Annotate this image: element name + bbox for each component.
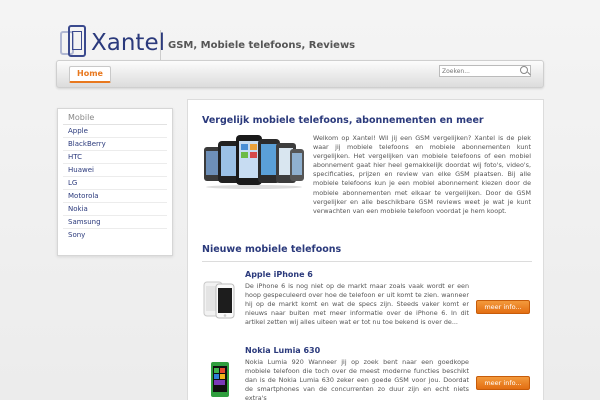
phones-collage-image <box>204 135 304 189</box>
sidebar-item-samsung[interactable]: Samsung <box>63 216 167 229</box>
site-logo[interactable]: Xantel <box>60 21 165 57</box>
section-divider <box>202 261 532 262</box>
phones-logo-icon <box>60 25 88 57</box>
search-input[interactable] <box>439 65 531 77</box>
intro-title: Vergelijk mobiele telefoons, abonnemente… <box>202 115 484 126</box>
search-icon[interactable] <box>520 66 528 74</box>
brand-sidebar: Mobile Apple BlackBerry HTC Huawei LG Mo… <box>57 108 173 256</box>
iphone-6-image <box>203 281 235 319</box>
meer-info-button[interactable]: meer info... <box>476 376 530 390</box>
meer-info-button[interactable]: meer info... <box>476 300 530 314</box>
phone-name[interactable]: Nokia Lumia 630 <box>245 346 320 355</box>
sidebar-item-lg[interactable]: LG <box>63 177 167 190</box>
nokia-lumia-630-image <box>211 362 229 397</box>
sidebar-item-blackberry[interactable]: BlackBerry <box>63 138 167 151</box>
header-divider <box>160 30 161 60</box>
intro-text: Welkom op Xantel! Wil jij een GSM vergel… <box>313 134 531 215</box>
site-tagline: GSM, Mobiele telefoons, Reviews <box>168 40 356 51</box>
phone-name[interactable]: Apple iPhone 6 <box>245 270 313 279</box>
sidebar-title: Mobile <box>63 109 167 125</box>
sidebar-item-apple[interactable]: Apple <box>63 125 167 138</box>
nav-home-button[interactable]: Home <box>69 66 111 83</box>
sidebar-item-huawei[interactable]: Huawei <box>63 164 167 177</box>
logo-text: Xantel <box>91 30 165 56</box>
sidebar-item-motorola[interactable]: Motorola <box>63 190 167 203</box>
sidebar-item-nokia[interactable]: Nokia <box>63 203 167 216</box>
sidebar-item-htc[interactable]: HTC <box>63 151 167 164</box>
phone-description: Nokia Lumia 920 Wanneer jij op zoek bent… <box>245 358 469 400</box>
main-content: Vergelijk mobiele telefoons, abonnemente… <box>187 99 544 400</box>
phone-description: De iPhone 6 is nog niet op de markt maar… <box>245 282 469 327</box>
brand-list: Apple BlackBerry HTC Huawei LG Motorola … <box>63 125 167 242</box>
main-navigation: Home <box>56 60 544 88</box>
sidebar-item-sony[interactable]: Sony <box>63 229 167 242</box>
new-phones-title: Nieuwe mobiele telefoons <box>202 244 342 255</box>
